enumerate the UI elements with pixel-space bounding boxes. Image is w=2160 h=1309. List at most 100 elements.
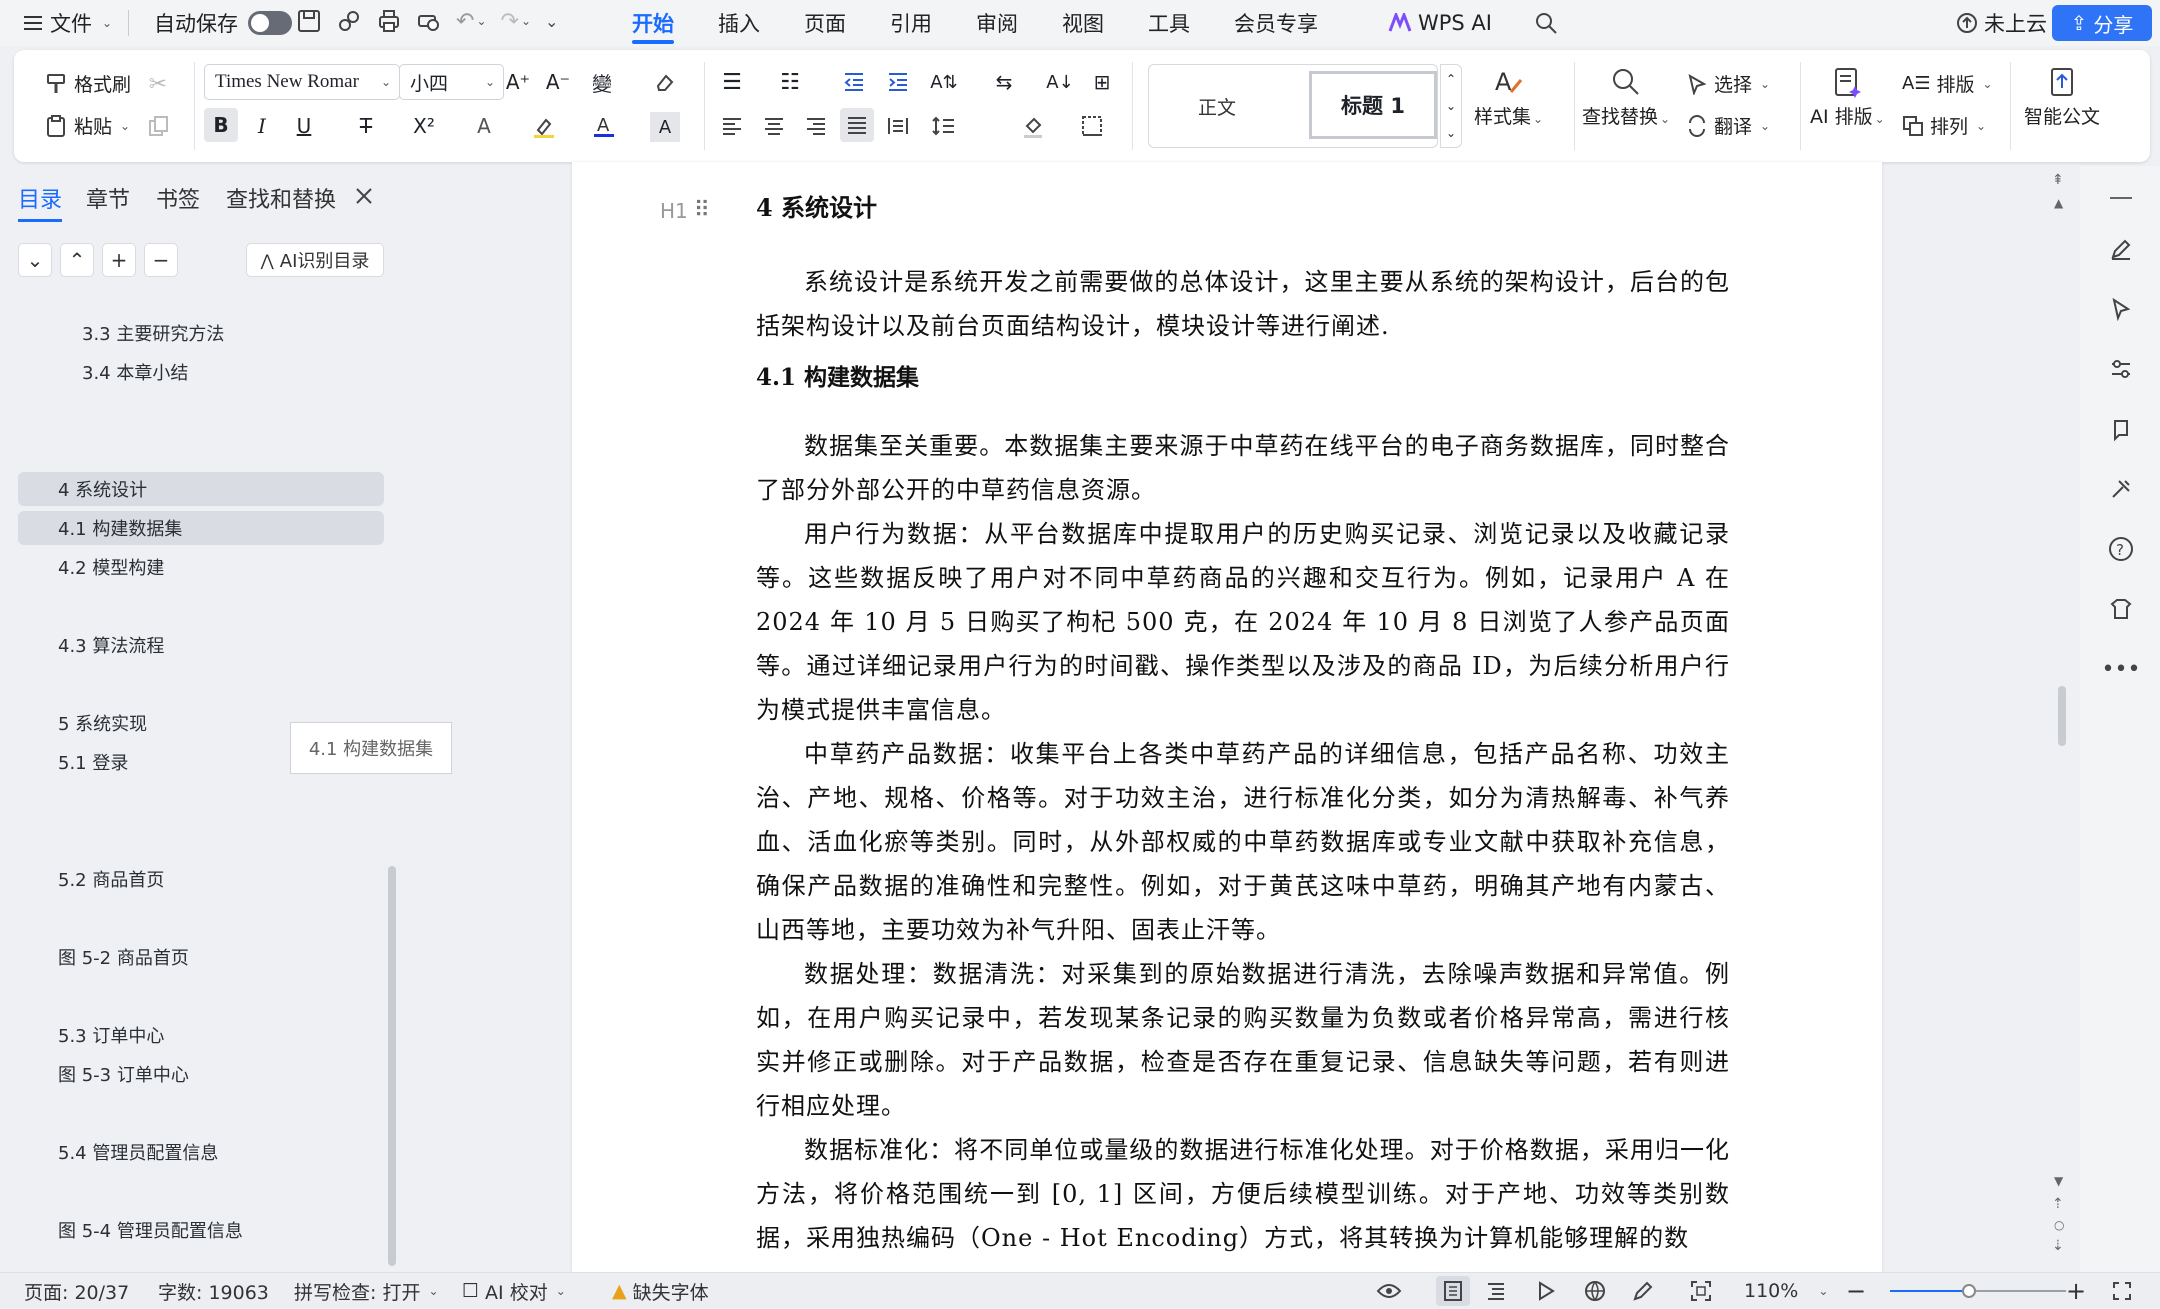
show-marks-icon[interactable]: ⊞ — [1088, 68, 1116, 96]
arrange-button[interactable]: 排列 ⌄ — [1902, 112, 1986, 139]
autosave-toggle[interactable]: 自动保存 — [154, 0, 292, 46]
more-icon[interactable]: ••• — [2102, 652, 2141, 686]
zoom-in-button[interactable]: + — [2066, 1273, 2086, 1309]
toggle-switch[interactable] — [248, 11, 292, 35]
page-count[interactable]: 页面: 20/37 — [24, 1273, 129, 1309]
tools-icon[interactable] — [2104, 472, 2138, 506]
tab-home[interactable]: 开始 — [610, 0, 696, 46]
font-shrink-icon[interactable]: A⁻ — [544, 68, 572, 96]
distribute-icon[interactable] — [884, 112, 912, 140]
toc-item[interactable]: 3.3 主要研究方法 — [18, 316, 384, 350]
paragraph[interactable]: 数据标准化：将不同单位或量级的数据进行标准化处理。对于价格数据，采用归一化方法，… — [756, 1128, 1730, 1260]
toc-item-selected[interactable]: 4 系统设计 — [18, 472, 384, 506]
smart-doc-button[interactable]: 智能公文 — [2024, 66, 2100, 129]
share-button[interactable]: ⇪ 分享 — [2052, 5, 2152, 41]
eye-icon[interactable] — [1376, 1273, 1402, 1309]
toc-item[interactable]: 4.2 模型构建 — [18, 550, 384, 584]
wps-ai-tab[interactable]: WPS AI — [1388, 0, 1492, 46]
heading-2[interactable]: 4.1 构建数据集 — [756, 358, 1730, 392]
print-icon[interactable] — [376, 8, 402, 34]
print-preview-icon[interactable] — [416, 8, 442, 34]
superscript-icon[interactable]: X² — [410, 112, 438, 140]
scroll-down-icon[interactable]: ▼ — [2054, 1174, 2063, 1188]
text-direction-icon[interactable]: A⇅ — [930, 68, 958, 96]
tab-tools[interactable]: 工具 — [1126, 0, 1212, 46]
style-gallery-scroll[interactable]: ⌃ ⌄ ⌄ — [1440, 64, 1462, 148]
toc-item[interactable]: 4.3 算法流程 — [18, 628, 384, 662]
scroll-top-icon[interactable]: ⇞ — [2052, 172, 2064, 188]
document-page[interactable]: H1 ⠿ 4 系统设计 系统设计是系统开发之前需要做的总体设计，这里主要从系统的… — [572, 162, 1882, 1272]
style-heading1[interactable]: 标题 1 — [1309, 71, 1437, 139]
paragraph[interactable]: 中草药产品数据：收集平台上各类中草药产品的详细信息，包括产品名称、功效主治、产地… — [756, 732, 1730, 952]
clear-format-icon[interactable] — [650, 68, 678, 96]
more-chevron-icon[interactable]: ⌄ — [545, 12, 558, 31]
heading-1[interactable]: 4 系统设计 — [756, 188, 1730, 223]
shading-icon[interactable] — [1020, 112, 1048, 140]
align-center-icon[interactable] — [760, 112, 788, 140]
font-name-select[interactable]: Times New Romar ⌄ — [204, 64, 400, 100]
brain-icon[interactable] — [2104, 412, 2138, 446]
numbered-list-icon[interactable]: ☷ — [776, 68, 804, 96]
tab-sections[interactable]: 章节 — [86, 182, 130, 214]
layout-button[interactable]: A☰ 排版 ⌄ — [1902, 70, 1993, 97]
paragraph[interactable]: 数据处理：数据清洗：对采集到的原始数据进行清洗，去除噪声数据和异常值。例如，在用… — [756, 952, 1730, 1128]
fit-page-icon[interactable] — [1690, 1273, 1712, 1309]
expand-up-button[interactable]: ⌃ — [60, 243, 94, 277]
font-color-icon[interactable]: A — [590, 112, 618, 140]
align-left-icon[interactable] — [718, 112, 746, 140]
tab-insert[interactable]: 插入 — [696, 0, 782, 46]
collapse-button[interactable]: ⌄ — [18, 243, 52, 277]
toc-item[interactable]: 5.2 商品首页 — [18, 862, 384, 896]
tab-review[interactable]: 审阅 — [954, 0, 1040, 46]
play-icon[interactable] — [1536, 1273, 1556, 1309]
word-count[interactable]: 字数: 19063 — [158, 1273, 269, 1309]
toc-item[interactable]: 图 5-3 订单中心 — [18, 1057, 384, 1091]
minimize-icon[interactable] — [2104, 182, 2138, 216]
paragraph[interactable]: 系统设计是系统开发之前需要做的总体设计，这里主要从系统的架构设计，后台的包括架构… — [756, 260, 1730, 348]
add-heading-button[interactable]: + — [102, 243, 136, 277]
decrease-indent-icon[interactable] — [840, 68, 868, 96]
bullet-list-icon[interactable]: ☰ — [718, 68, 746, 96]
tab-toc[interactable]: 目录 — [18, 182, 63, 222]
zoom-slider[interactable] — [1890, 1284, 2066, 1298]
pen-icon[interactable] — [2104, 232, 2138, 266]
toc-item[interactable]: 图 5-2 商品首页 — [18, 940, 384, 974]
cut-icon[interactable]: ✂ — [144, 70, 172, 98]
spell-check[interactable]: 拼写检查: 打开 ⌄ — [294, 1273, 439, 1309]
search-icon[interactable] — [1534, 11, 1558, 35]
select-pointer-icon[interactable] — [2104, 292, 2138, 326]
write-mode-icon[interactable] — [1632, 1273, 1654, 1309]
browse-object-icon[interactable]: ○ — [2054, 1218, 2064, 1232]
ai-toc-button[interactable]: ⋀ AI识别目录 — [246, 243, 384, 277]
zoom-out-button[interactable]: − — [1846, 1273, 1866, 1309]
scroll-thumb[interactable] — [2058, 686, 2066, 746]
font-size-select[interactable]: 小四 ⌄ — [399, 64, 504, 100]
style-normal[interactable]: 正文 — [1159, 75, 1275, 137]
align-right-icon[interactable] — [802, 112, 830, 140]
style-set-button[interactable]: A 样式集 ⌄ — [1474, 66, 1543, 129]
file-menu[interactable]: 文件 ⌄ — [24, 0, 112, 46]
convert-icon[interactable]: ⇆ — [990, 68, 1018, 96]
underline-icon[interactable]: U — [290, 112, 318, 140]
phonetic-guide-icon[interactable]: 變 — [588, 68, 616, 96]
tab-view[interactable]: 视图 — [1040, 0, 1126, 46]
fullscreen-icon[interactable] — [2112, 1273, 2132, 1309]
redo-icon[interactable]: ↷ ⌄ — [501, 9, 532, 34]
tab-bookmarks[interactable]: 书签 — [156, 182, 200, 214]
sort-icon[interactable]: A↓ — [1046, 68, 1074, 96]
adjust-icon[interactable] — [2104, 352, 2138, 386]
page-view-icon[interactable] — [1436, 1276, 1470, 1306]
border-icon[interactable] — [1078, 112, 1106, 140]
toc-item[interactable]: 5.3 订单中心 — [18, 1018, 384, 1052]
character-shading-icon[interactable]: A — [650, 112, 680, 142]
toc-item-selected[interactable]: 4.1 构建数据集 — [18, 511, 384, 545]
next-page-icon[interactable]: ⇣ — [2052, 1238, 2064, 1254]
close-icon[interactable] — [354, 186, 374, 206]
help-icon[interactable]: ? — [2104, 532, 2138, 566]
zoom-select[interactable]: 110% ⌄ — [1744, 1273, 1828, 1309]
ai-layout-button[interactable]: AI 排版 ⌄ — [1810, 66, 1885, 129]
tab-reference[interactable]: 引用 — [868, 0, 954, 46]
remove-heading-button[interactable]: − — [144, 243, 178, 277]
format-painter-button[interactable]: 格式刷 — [44, 70, 131, 97]
web-view-icon[interactable] — [1584, 1273, 1606, 1309]
